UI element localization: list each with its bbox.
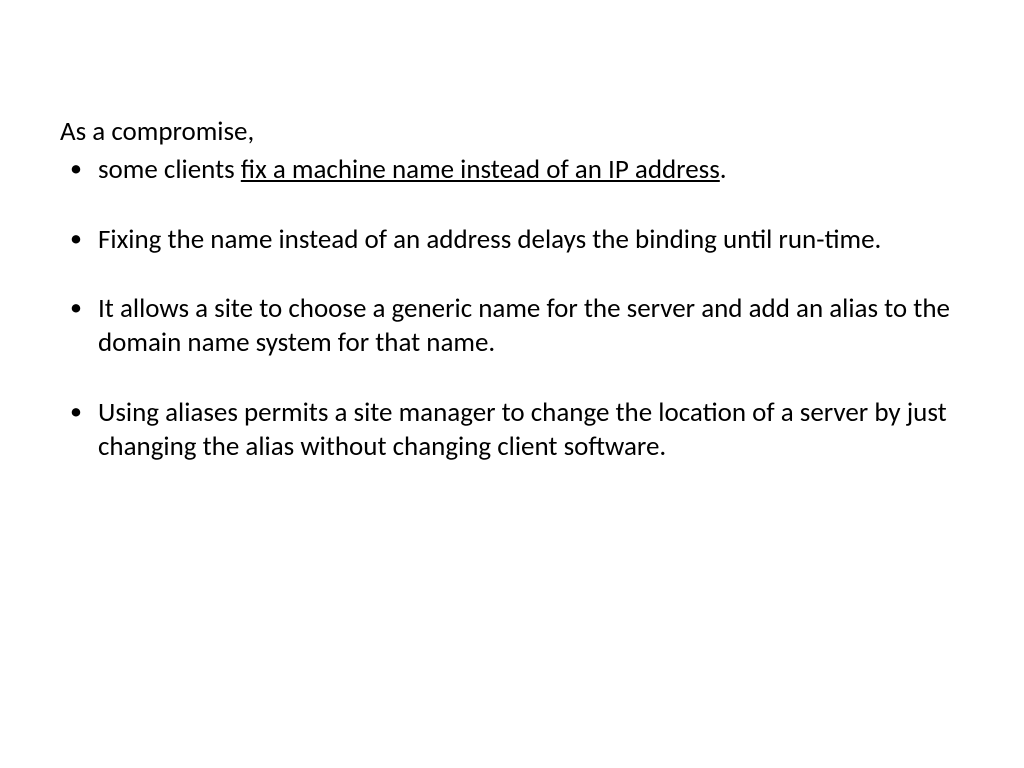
list-item: Fixing the name instead of an address de… (60, 223, 964, 257)
bullet-suffix: . (720, 153, 727, 186)
bullet-list: some clients fix a machine name instead … (60, 153, 964, 464)
bullet-text: Fixing the name instead of an address de… (98, 223, 881, 256)
bullet-prefix: some clients (98, 153, 241, 186)
list-item: It allows a site to choose a generic nam… (60, 292, 964, 360)
list-item: some clients fix a machine name instead … (60, 153, 964, 187)
bullet-text: Using aliases permits a site manager to … (98, 396, 947, 463)
intro-text: As a compromise, (60, 115, 964, 149)
list-item: Using aliases permits a site manager to … (60, 396, 964, 464)
bullet-text: It allows a site to choose a generic nam… (98, 292, 950, 359)
bullet-underlined: fix a machine name instead of an IP addr… (241, 153, 720, 186)
